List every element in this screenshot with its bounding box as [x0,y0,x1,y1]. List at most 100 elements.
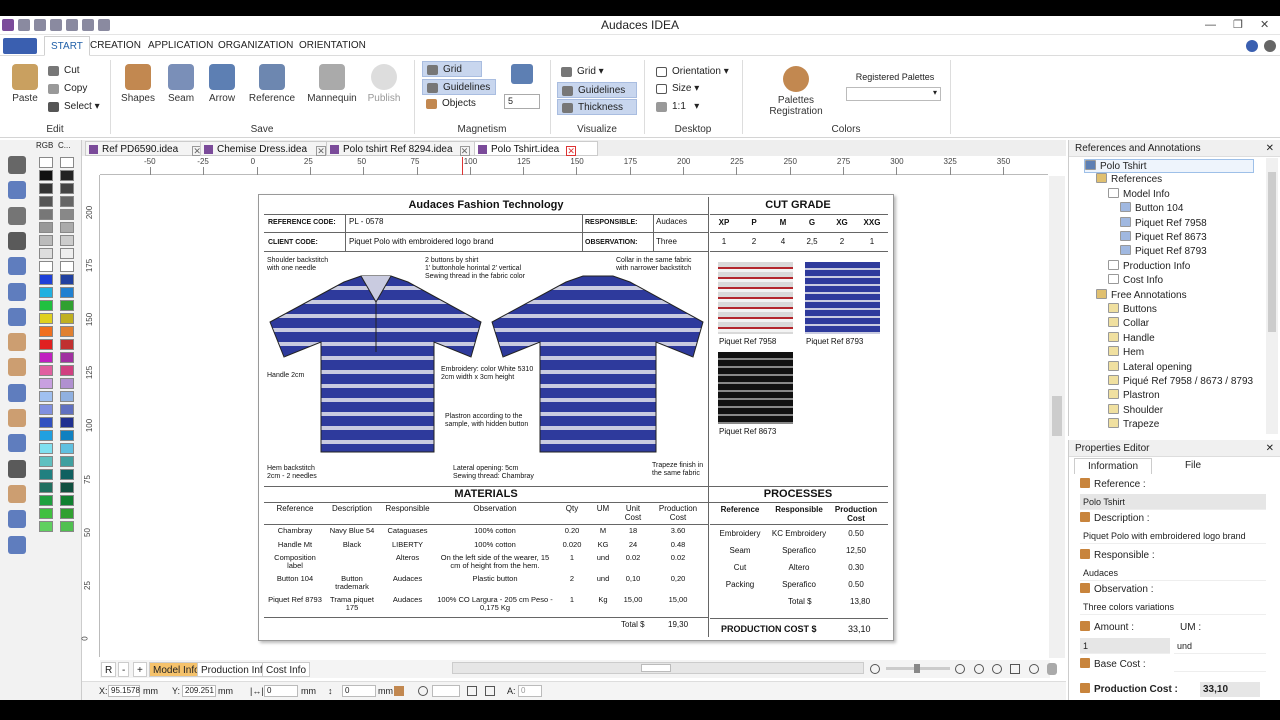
tree-node[interactable]: Collar [1108,317,1254,331]
color-swatch[interactable] [39,482,53,493]
close-panel-icon[interactable]: ✕ [1266,440,1274,457]
add-tab-button[interactable]: + [133,662,147,677]
scroll-thumb[interactable] [641,664,671,672]
color-swatch[interactable] [60,235,74,246]
color-swatch[interactable] [39,521,53,532]
minimize-icon[interactable]: — [1205,16,1216,35]
color-swatch[interactable] [39,157,53,168]
zoom-fit-icon[interactable] [974,664,984,674]
color-swatch[interactable] [60,430,74,441]
reset-tab-button[interactable]: R [101,662,117,677]
color-swatch[interactable] [39,326,53,337]
color-swatch[interactable] [39,248,53,259]
horizontal-scrollbar[interactable] [452,662,864,674]
layers-icon[interactable] [8,333,26,352]
tab-creation[interactable]: CREATION [84,36,147,56]
text-tool-icon[interactable] [8,459,26,478]
color-swatch[interactable] [39,443,53,454]
color-swatch[interactable] [60,287,74,298]
tree-node[interactable]: Buttons [1108,303,1254,317]
color-swatch[interactable] [39,391,53,402]
tab-application[interactable]: APPLICATION [142,36,219,56]
color-swatch[interactable] [39,430,53,441]
y-coordinate-input[interactable]: 209.251 [182,685,216,697]
mannequin-tool-icon[interactable] [8,409,26,427]
zoom-slider[interactable] [886,664,950,673]
select-button[interactable]: Select ▾ [44,99,100,115]
tree-node[interactable]: Piquet Ref 8793 [1120,245,1254,259]
color-swatch[interactable] [60,248,74,259]
height-input[interactable]: 0 [342,685,376,697]
collar-tool-icon[interactable] [8,383,26,402]
visualize-thickness-toggle[interactable]: Thickness [557,99,637,115]
color-swatch[interactable] [39,261,53,272]
arrow-button[interactable]: Arrow [203,64,241,104]
visualize-grid-toggle[interactable]: Grid ▾ [557,64,604,80]
tree-node[interactable]: Production Info [1108,259,1254,274]
rotation-input[interactable] [432,685,460,697]
zoom-selection-icon[interactable] [1010,664,1020,674]
color-swatch[interactable] [39,404,53,415]
seam-button[interactable]: Seam [162,64,200,104]
doc-tab-polo-tshirt[interactable]: Polo Tshirt.idea ✕ [474,141,599,156]
vertical-scrollbar[interactable] [1049,176,1065,658]
color-swatch[interactable] [60,196,74,207]
flip-icon[interactable] [485,686,495,696]
transform-tool-icon[interactable] [8,535,26,554]
tree-node[interactable]: Hem [1108,346,1254,360]
pen-icon[interactable] [8,231,26,250]
zoom-page-icon[interactable] [992,664,1002,674]
color-swatch[interactable] [60,404,74,415]
tree-node[interactable]: Model Info [1108,187,1254,202]
color-swatch[interactable] [60,482,74,493]
shape-tool-icon[interactable] [8,358,26,377]
description-prop-input[interactable]: Piquet Polo with embroidered logo brand [1080,528,1266,544]
brush-icon[interactable] [8,257,26,276]
color-swatch[interactable] [60,157,74,168]
color-swatch[interactable] [39,235,53,246]
magnet-icon[interactable] [511,64,533,84]
responsible-prop-input[interactable]: Audaces [1080,565,1266,581]
color-swatch[interactable] [39,508,53,519]
copy-button[interactable]: Copy [44,81,87,97]
image-tool-icon[interactable] [8,484,26,503]
color-swatch[interactable] [60,352,74,363]
tab-cost-info[interactable]: Cost Info [262,662,311,677]
color-swatch[interactable] [39,287,53,298]
angle-input[interactable]: 0 [518,685,542,697]
reference-prop-input[interactable]: Polo Tshirt [1080,494,1266,510]
tree-node[interactable]: Shoulder [1108,403,1254,418]
zoom-in-icon[interactable] [955,664,965,674]
lock-icon[interactable] [394,686,404,696]
base-cost-prop-input[interactable] [1174,657,1266,672]
paste-button[interactable]: Paste [8,64,42,104]
info-icon[interactable] [1264,40,1276,52]
palettes-registration-button[interactable]: Palettes Registration [752,66,840,117]
app-menu-button[interactable] [3,38,37,54]
color-swatch[interactable] [60,378,74,389]
color-swatch[interactable] [39,313,53,324]
mirror-icon[interactable] [467,686,477,696]
props-tab-file[interactable]: File [1160,458,1226,474]
tree-node[interactable]: Free Annotations [1096,288,1254,303]
color-swatch[interactable] [39,365,53,376]
zoom-ratio-dropdown[interactable]: 1:1 ▾ [652,99,699,115]
width-input[interactable]: 0 [264,685,298,697]
hand-icon[interactable] [8,206,26,225]
mannequin-button[interactable]: Mannequin [304,64,360,104]
shirt-tool-icon[interactable] [8,282,26,301]
tree-node[interactable]: Cost Info [1108,274,1254,288]
color-swatch[interactable] [39,352,53,363]
color-swatch[interactable] [60,170,74,181]
shapes-button[interactable]: Shapes [118,64,158,104]
color-swatch[interactable] [39,196,53,207]
tree-node[interactable]: Piquet Ref 7958 [1120,216,1254,231]
color-swatch[interactable] [60,417,74,428]
color-swatch[interactable] [39,170,53,181]
color-swatch[interactable] [60,521,74,532]
scroll-thumb[interactable] [1052,396,1062,436]
tree-node[interactable]: Trapeze [1108,418,1254,432]
tree-node[interactable]: Plastron [1108,389,1254,403]
color-swatch[interactable] [60,456,74,467]
close-tab-icon[interactable]: ✕ [316,146,327,156]
